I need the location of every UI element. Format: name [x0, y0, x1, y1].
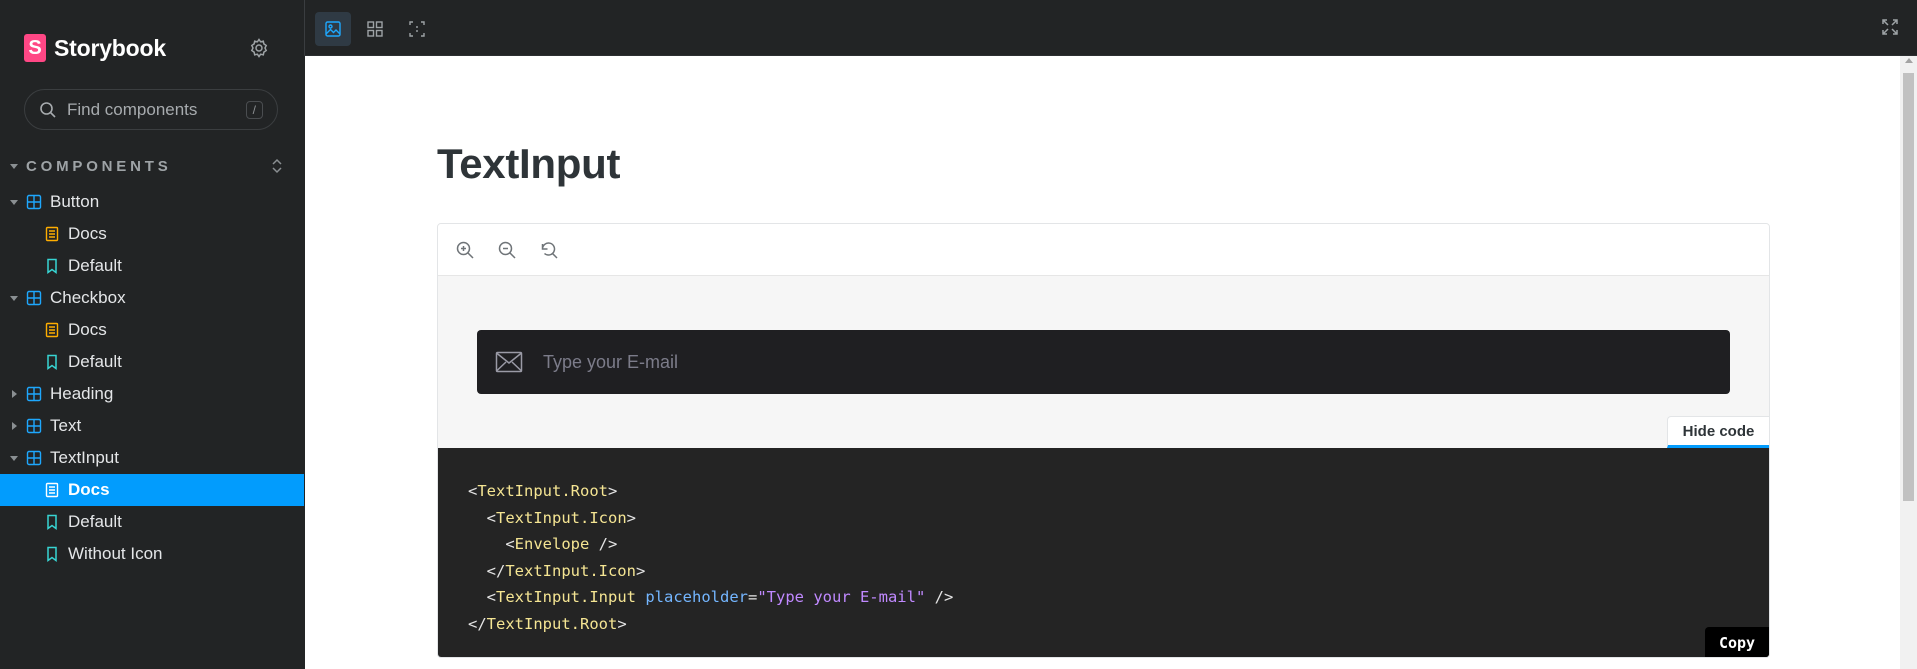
storybook-logo-icon: S	[24, 34, 46, 62]
preview-toolbar	[304, 0, 1917, 56]
code-line: <TextInput.Input placeholder="Type your …	[468, 588, 954, 606]
copy-button[interactable]: Copy	[1705, 627, 1769, 657]
outline-icon[interactable]	[399, 12, 435, 46]
component-icon	[24, 288, 44, 308]
component-tree: Button Docs Default Checkbox Docs Defaul…	[0, 186, 304, 570]
sidebar-item-button-default[interactable]: Default	[0, 250, 304, 282]
code-line: </TextInput.Root>	[468, 614, 627, 633]
sidebar-item-button-docs[interactable]: Docs	[0, 218, 304, 250]
document-icon	[42, 224, 62, 244]
document-icon	[42, 320, 62, 340]
sidebar-item-checkbox-docs[interactable]: Docs	[0, 314, 304, 346]
search-input[interactable]	[67, 99, 236, 120]
sidebar-item-label: Default	[68, 512, 122, 531]
component-icon	[24, 416, 44, 436]
section-title: COMPONENTS	[26, 157, 172, 175]
zoom-in-icon[interactable]	[454, 239, 476, 261]
bookmark-icon	[42, 256, 62, 276]
vertical-scrollbar[interactable]	[1900, 56, 1917, 669]
sidebar-item-button[interactable]: Button	[0, 186, 304, 218]
sidebar-item-checkbox-default[interactable]: Default	[0, 346, 304, 378]
page-title: TextInput	[437, 140, 621, 187]
scrollbar-thumb[interactable]	[1903, 73, 1914, 501]
chevron-down-icon[interactable]	[10, 454, 24, 462]
chevron-down-icon	[10, 164, 18, 169]
expand-collapse-icon[interactable]	[270, 158, 284, 174]
image-icon[interactable]	[315, 12, 351, 46]
brand[interactable]: S Storybook	[24, 34, 166, 62]
bookmark-icon	[42, 544, 62, 564]
chevron-right-icon[interactable]	[10, 422, 24, 430]
chevron-down-icon[interactable]	[10, 198, 24, 206]
sidebar-item-label: Text	[50, 416, 82, 435]
sidebar-item-label: Docs	[68, 224, 107, 243]
code-line: <TextInput.Icon>	[468, 508, 636, 527]
component-icon	[24, 384, 44, 404]
zoom-out-icon[interactable]	[496, 239, 518, 261]
sidebar-item-label: Checkbox	[50, 288, 126, 307]
components-section-header[interactable]: COMPONENTS	[10, 156, 296, 176]
bookmark-icon	[42, 352, 62, 372]
settings-gear-icon[interactable]	[247, 36, 271, 60]
sidebar-item-label: Default	[68, 352, 122, 371]
sidebar-item-label: Without Icon	[68, 544, 163, 563]
bookmark-icon	[42, 512, 62, 532]
code-line: <Envelope />	[468, 535, 618, 553]
search-shortcut-badge: /	[245, 100, 263, 119]
zoom-reset-icon[interactable]	[538, 239, 560, 261]
envelope-icon	[495, 351, 523, 373]
sidebar-item-label: Default	[68, 256, 122, 275]
story-preview: Hide code <TextInput.Root> <TextInput.Ic…	[437, 223, 1770, 658]
preview-zoom-toolbar	[438, 224, 1769, 276]
search-icon	[40, 101, 56, 118]
search-box[interactable]: /	[24, 89, 278, 130]
brand-name: Storybook	[54, 34, 166, 61]
sidebar-item-checkbox[interactable]: Checkbox	[0, 282, 304, 314]
sidebar-item-textinput[interactable]: TextInput	[0, 442, 304, 474]
chevron-down-icon[interactable]	[10, 294, 24, 302]
component-icon	[24, 448, 44, 468]
sidebar-item-heading[interactable]: Heading	[0, 378, 304, 410]
sidebar-item-label: Button	[50, 192, 100, 211]
text-input-root[interactable]	[477, 330, 1730, 394]
sidebar-item-label: Docs	[68, 320, 107, 339]
code-line: <TextInput.Root>	[468, 482, 618, 500]
document-icon	[42, 480, 62, 500]
sidebar-item-label: Docs	[68, 480, 110, 499]
sidebar-item-textinput-docs[interactable]: Docs	[0, 474, 304, 506]
scroll-up-arrow-icon[interactable]	[1905, 58, 1913, 63]
sidebar-item-text[interactable]: Text	[0, 410, 304, 442]
sidebar-item-textinput-default[interactable]: Default	[0, 506, 304, 538]
expand-icon[interactable]	[1881, 18, 1899, 41]
sidebar-item-textinput-without-icon[interactable]: Without Icon	[0, 538, 304, 570]
grid-icon[interactable]	[357, 12, 393, 46]
sidebar-item-label: TextInput	[50, 448, 119, 467]
code-line: </TextInput.Icon>	[468, 561, 646, 580]
email-input[interactable]	[543, 351, 1143, 373]
chevron-right-icon[interactable]	[10, 390, 24, 398]
component-icon	[24, 192, 44, 212]
sidebar: S Storybook / COMPONENTS Button Docs Def…	[0, 0, 304, 669]
sidebar-item-label: Heading	[50, 384, 114, 403]
code-snippet: <TextInput.Root> <TextInput.Icon> <Envel…	[438, 448, 1769, 657]
hide-code-button[interactable]: Hide code	[1667, 416, 1769, 448]
